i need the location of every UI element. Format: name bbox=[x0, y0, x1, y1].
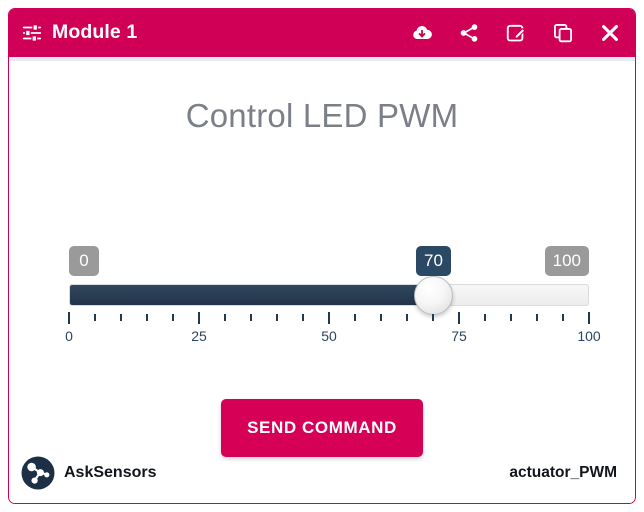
brand-group: AskSensors bbox=[21, 456, 509, 490]
ruler-major-tick bbox=[68, 312, 70, 324]
module-widget-card: Module 1 Control LED PWM 0 70 100 0 25 5… bbox=[8, 8, 636, 504]
slider-track[interactable] bbox=[69, 284, 589, 306]
slider-value-badge: 70 bbox=[416, 246, 451, 276]
slider-badge-row: 0 70 100 bbox=[69, 246, 589, 280]
ruler-minor-tick bbox=[432, 314, 434, 321]
slider-track-wrapper[interactable] bbox=[69, 276, 589, 315]
ruler-minor-tick bbox=[250, 314, 252, 321]
ruler-minor-tick bbox=[94, 314, 96, 321]
pwm-slider-block: 0 70 100 0 25 50 75 100 bbox=[65, 246, 601, 346]
widget-footer: AskSensors actuator_PWM bbox=[9, 453, 635, 493]
ruler-major-tick bbox=[588, 312, 590, 324]
send-command-button[interactable]: SEND COMMAND bbox=[221, 399, 423, 457]
ruler-minor-tick bbox=[302, 314, 304, 321]
actuator-name: actuator_PWM bbox=[509, 464, 617, 481]
ruler-label: 100 bbox=[577, 328, 601, 344]
ruler-major-tick bbox=[458, 312, 460, 324]
close-icon[interactable] bbox=[599, 22, 621, 44]
ruler-label: 25 bbox=[191, 328, 207, 344]
edit-icon[interactable] bbox=[505, 22, 527, 44]
ruler-minor-tick bbox=[536, 314, 538, 321]
ruler-minor-tick bbox=[276, 314, 278, 321]
ruler-minor-tick bbox=[354, 314, 356, 321]
page-title: Control LED PWM bbox=[185, 97, 459, 134]
ruler-minor-tick bbox=[224, 314, 226, 321]
ruler-minor-tick bbox=[172, 314, 174, 321]
share-icon[interactable] bbox=[458, 22, 480, 44]
ruler-minor-tick bbox=[562, 314, 564, 321]
asksensors-logo-icon bbox=[21, 456, 55, 490]
slider-max-badge: 100 bbox=[544, 246, 589, 276]
ruler-minor-tick bbox=[120, 314, 122, 321]
widget-body: Control LED PWM 0 70 100 0 25 50 75 100 SEND… bbox=[9, 61, 635, 503]
ruler-minor-tick bbox=[510, 314, 512, 321]
ruler-label: 0 bbox=[65, 328, 73, 344]
module-title: Module 1 bbox=[52, 21, 138, 43]
ruler-major-tick bbox=[328, 312, 330, 324]
ruler-minor-tick bbox=[484, 314, 486, 321]
slider-ruler-labels: 0 25 50 75 100 bbox=[65, 328, 601, 346]
cloud-download-icon[interactable] bbox=[411, 22, 433, 44]
sliders-icon[interactable] bbox=[21, 22, 43, 44]
widget-header: Module 1 bbox=[9, 9, 635, 57]
slider-ruler-ticks bbox=[68, 312, 590, 326]
ruler-minor-tick bbox=[380, 314, 382, 321]
ruler-label: 75 bbox=[451, 328, 467, 344]
ruler-major-tick bbox=[198, 312, 200, 324]
header-action-icons bbox=[411, 22, 621, 44]
slider-min-badge: 0 bbox=[69, 246, 99, 276]
ruler-minor-tick bbox=[406, 314, 408, 321]
ruler-minor-tick bbox=[146, 314, 148, 321]
slider-fill bbox=[70, 285, 433, 305]
brand-name: AskSensors bbox=[64, 464, 157, 481]
ruler-label: 50 bbox=[321, 328, 337, 344]
header-title-group: Module 1 bbox=[21, 21, 411, 44]
copy-icon[interactable] bbox=[552, 22, 574, 44]
slider-handle[interactable] bbox=[413, 276, 453, 315]
